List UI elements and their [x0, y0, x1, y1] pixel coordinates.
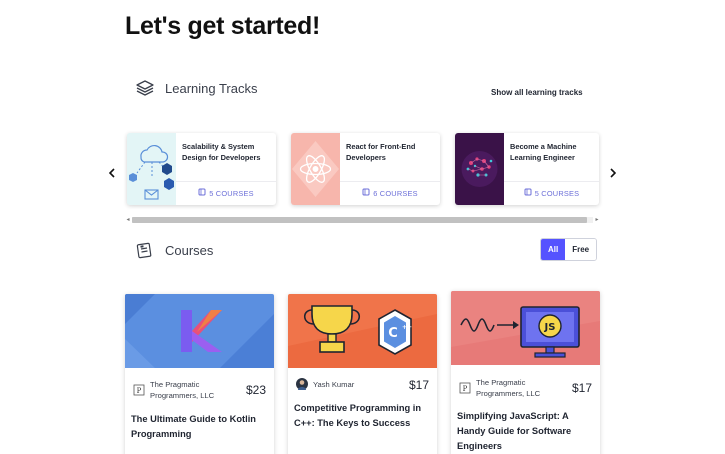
course-card-cpp[interactable]: C ++ Yash Kumar $17 Competitive Programm… [288, 294, 437, 454]
show-all-tracks-link[interactable]: Show all learning tracks [491, 88, 583, 97]
course-card-javascript[interactable]: JS P The Pragmatic Programmers, LLC $17 … [451, 291, 600, 454]
tracks-scrollbar[interactable]: ◂ ▸ [124, 216, 601, 224]
track-card-react[interactable]: React for Front-End Developers 6 COURSES [291, 133, 440, 205]
chevron-left-icon [109, 168, 115, 178]
track-title: React for Front-End Developers [346, 142, 416, 162]
layers-icon [135, 78, 155, 98]
course-price: $17 [408, 378, 429, 392]
author-avatar [296, 378, 308, 390]
book-icon [198, 188, 206, 198]
course-author: P The Pragmatic Programmers, LLC [133, 379, 243, 401]
trophy-cpp-logo: C ++ [288, 294, 437, 368]
brain-icon [455, 133, 504, 205]
track-title: Become a Machine Learning Engineer [510, 142, 577, 162]
course-title: Simplifying JavaScript: A Handy Guide fo… [457, 411, 572, 451]
carousel-next-button[interactable] [608, 166, 618, 180]
learning-tracks-title: Learning Tracks [165, 80, 258, 96]
courses-title: Courses [165, 242, 214, 258]
course-title: Competitive Programming in C++: The Keys… [294, 403, 422, 428]
book-icon [362, 188, 370, 198]
courses-header: Courses [135, 240, 213, 260]
page-title: Let's get started! [125, 12, 321, 40]
author-name: The Pragmatic Programmers, LLC [150, 380, 215, 400]
track-count-label: 6 COURSES [373, 188, 418, 198]
svg-text:P: P [137, 387, 142, 395]
filter-all-button[interactable]: All [541, 239, 566, 260]
learning-tracks-header: Learning Tracks [135, 78, 258, 98]
track-count-label: 5 COURSES [209, 188, 254, 198]
book-icon [524, 188, 532, 198]
filter-free-button[interactable]: Free [565, 239, 597, 260]
author-name: The Pragmatic Programmers, LLC [476, 378, 541, 398]
carousel-prev-button[interactable] [107, 166, 117, 180]
svg-text:C: C [388, 326, 398, 341]
track-card-machine-learning[interactable]: Become a Machine Learning Engineer 5 COU… [455, 133, 599, 205]
svg-text:JS: JS [544, 322, 556, 333]
card-divider [340, 181, 440, 182]
scroll-right-icon[interactable]: ▸ [593, 216, 601, 224]
cloud-network-icon [127, 133, 176, 205]
svg-text:++: ++ [402, 324, 412, 331]
price-filter-toggle: All Free [540, 238, 598, 261]
react-atom-icon [291, 133, 340, 205]
track-course-count: 6 COURSES [340, 188, 440, 198]
course-author: P The Pragmatic Programmers, LLC [459, 377, 569, 399]
track-card-scalability[interactable]: Scalability & System Design for Develope… [127, 133, 276, 205]
track-course-count: 5 COURSES [504, 188, 599, 198]
course-price: $23 [245, 383, 266, 397]
track-course-count: 5 COURSES [176, 188, 276, 198]
author-name: Yash Kumar [313, 379, 355, 389]
course-card-kotlin[interactable]: P The Pragmatic Programmers, LLC $23 The… [125, 294, 274, 454]
js-monitor: JS [451, 291, 600, 365]
card-divider [504, 181, 599, 182]
scroll-left-icon[interactable]: ◂ [124, 216, 132, 224]
kotlin-logo [125, 294, 274, 368]
course-price: $17 [571, 381, 592, 395]
track-count-label: 5 COURSES [534, 188, 580, 198]
course-document-icon [135, 240, 155, 260]
publisher-logo-icon: P [459, 382, 471, 394]
track-title: Scalability & System Design for Develope… [182, 142, 261, 162]
publisher-logo-icon: P [133, 384, 145, 396]
scrollbar-thumb[interactable] [132, 217, 587, 223]
course-author: Yash Kumar [296, 378, 406, 390]
course-title: The Ultimate Guide to Kotlin Programming [131, 414, 256, 439]
card-divider [176, 181, 276, 182]
chevron-right-icon [610, 168, 616, 178]
svg-text:P: P [463, 385, 468, 393]
